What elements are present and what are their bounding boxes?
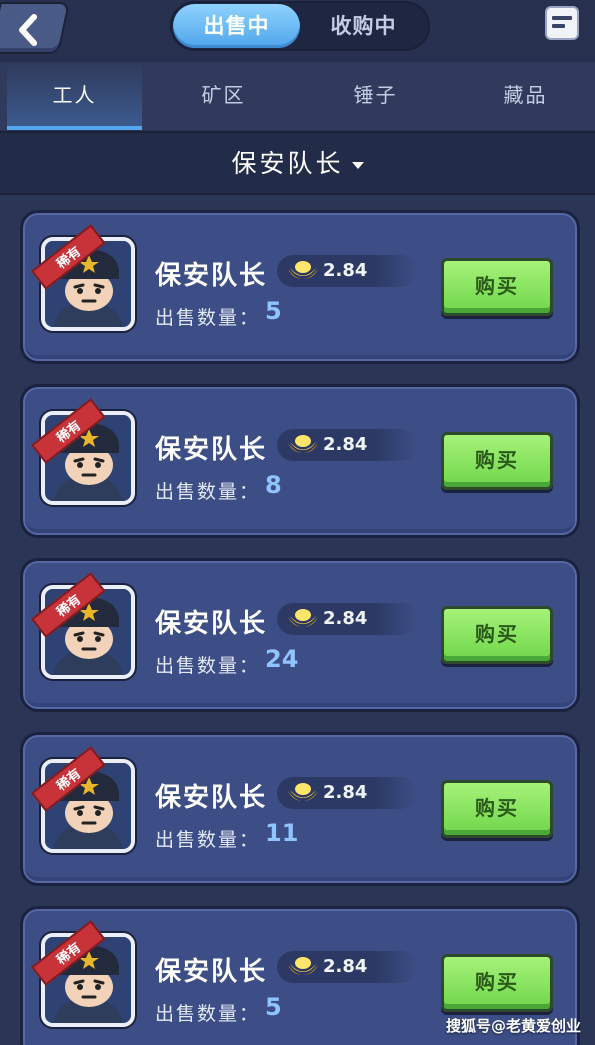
listing-card: 稀有 保安队长 2.84 出售数量： 5 购买 [20,210,580,364]
menu-icon [552,16,572,28]
buy-button[interactable]: 购买 [441,954,553,1012]
quantity-label: 出售数量： [155,829,261,851]
buy-button[interactable]: 购买 [441,432,553,490]
price-pill: 2.84 [277,429,417,461]
price-value: 2.84 [323,956,368,977]
rarity-ribbon: 稀有 [31,920,106,1017]
listing-card: 稀有 保安队长 2.84 出售数量： 11 购买 [20,732,580,886]
buy-button[interactable]: 购买 [441,606,553,664]
item-name: 保安队长 [155,261,268,291]
price-value: 2.84 [323,782,368,803]
quantity-value: 24 [265,645,299,673]
price-value: 2.84 [323,608,368,629]
quantity-value: 5 [265,297,282,325]
price-pill: 2.84 [277,777,417,809]
gold-ingot-icon [288,957,318,975]
tab-buying[interactable]: 收购中 [300,4,427,48]
quantity-label: 出售数量： [155,655,261,677]
filter-selected-label: 保安队长 [231,149,344,178]
category-tabs: 工人 矿区 锤子 藏品 [0,62,595,130]
gold-ingot-icon [288,783,318,801]
quantity-value: 8 [265,471,282,499]
quantity-value: 5 [265,993,282,1021]
rarity-ribbon: 稀有 [31,746,106,843]
price-pill: 2.84 [277,603,417,635]
buy-button[interactable]: 购买 [441,258,553,316]
item-name: 保安队长 [155,957,268,987]
price-value: 2.84 [323,260,368,281]
watermark-text: 搜狐号@老黄爱创业 [445,1017,581,1035]
menu-button[interactable] [545,6,579,40]
rarity-ribbon: 稀有 [31,572,106,669]
item-name: 保安队长 [155,435,268,465]
gold-ingot-icon [288,261,318,279]
price-value: 2.84 [323,434,368,455]
item-name: 保安队长 [155,783,268,813]
back-arrow-icon [19,14,38,46]
listing-list[interactable]: 稀有 保安队长 2.84 出售数量： 5 购买 稀有 保安队长 2.84 出售数… [0,195,595,1045]
tab-hammers[interactable]: 锤子 [308,62,443,130]
quantity-label: 出售数量： [155,307,261,329]
back-button[interactable] [0,2,70,54]
gold-ingot-icon [288,435,318,453]
price-pill: 2.84 [277,255,417,287]
tab-collectibles[interactable]: 藏品 [458,62,593,130]
buy-button[interactable]: 购买 [441,780,553,838]
tab-workers[interactable]: 工人 [7,62,142,130]
quantity-label: 出售数量： [155,1003,261,1025]
worker-filter-dropdown[interactable]: 保安队长 [0,131,595,195]
price-pill: 2.84 [277,951,417,983]
rarity-ribbon: 稀有 [31,224,106,321]
quantity-value: 11 [265,819,299,847]
gold-ingot-icon [288,609,318,627]
top-bar: 出售中 收购中 [0,0,595,62]
listing-card: 稀有 保安队长 2.84 出售数量： 24 购买 [20,558,580,712]
tab-mining-area[interactable]: 矿区 [156,62,291,130]
listing-card: 稀有 保安队长 2.84 出售数量： 8 购买 [20,384,580,538]
quantity-label: 出售数量： [155,481,261,503]
rarity-ribbon: 稀有 [31,398,106,495]
dropdown-caret-icon [351,161,364,169]
item-name: 保安队长 [155,609,268,639]
mode-switch: 出售中 收购中 [170,1,430,51]
tab-selling[interactable]: 出售中 [173,4,300,48]
